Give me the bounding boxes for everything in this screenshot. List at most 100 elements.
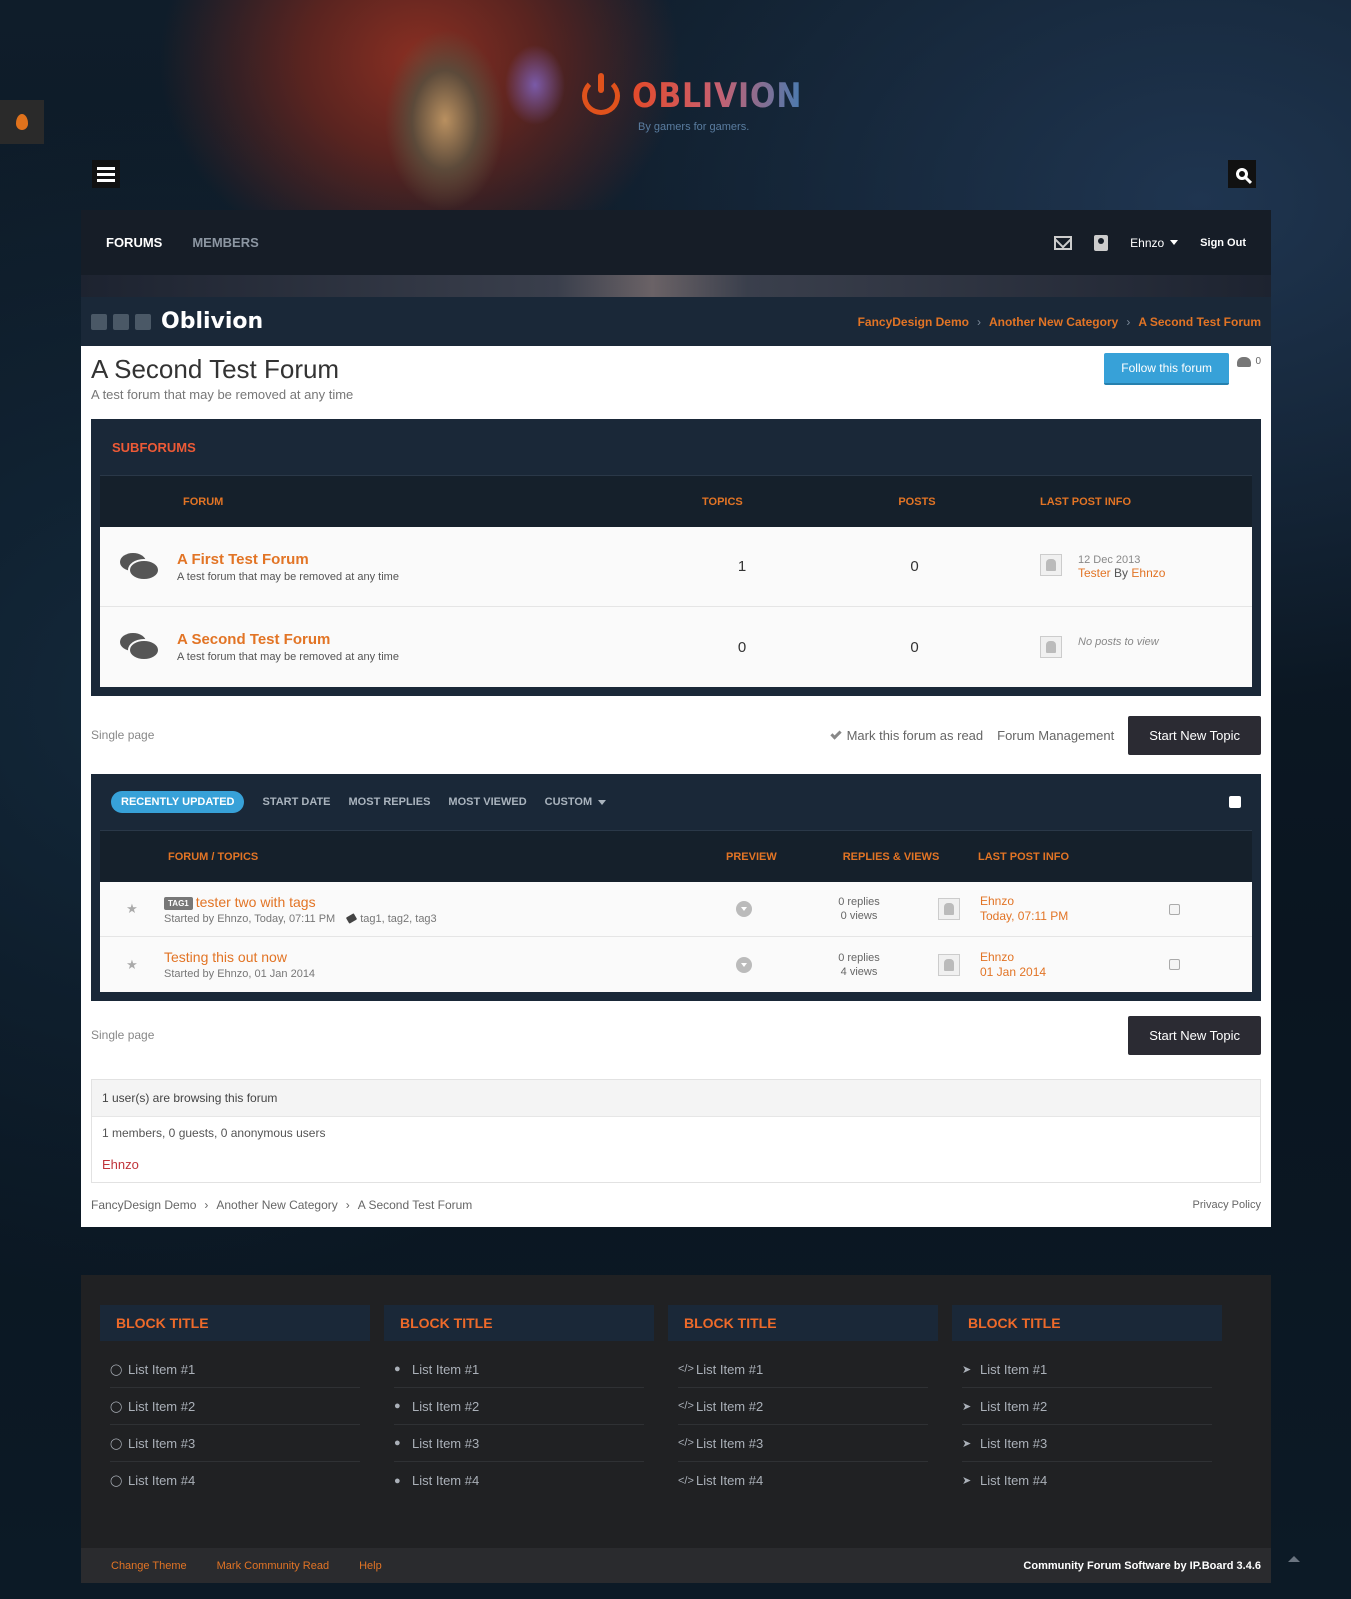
subforum-link[interactable]: A First Test Forum — [177, 551, 309, 568]
page-description: A test forum that may be removed at any … — [91, 387, 354, 402]
breadcrumb-item[interactable]: A Second Test Forum — [358, 1198, 473, 1212]
code-icon: </> — [678, 1400, 694, 1412]
list-item[interactable]: ◯ List Item #2 — [110, 1388, 360, 1425]
avatar[interactable] — [1040, 553, 1062, 576]
board-name: Oblivion — [161, 309, 264, 334]
online-user-link[interactable]: Ehnzo — [102, 1157, 139, 1172]
list-item[interactable]: </> List Item #4 — [678, 1462, 928, 1499]
select-all-checkbox[interactable] — [1229, 796, 1241, 808]
followers-icon — [1237, 356, 1252, 367]
block-title: BLOCK TITLE — [100, 1305, 370, 1341]
col-topics: TOPICS — [702, 495, 743, 508]
list-item[interactable]: ● List Item #4 — [394, 1462, 644, 1499]
nav-members[interactable]: MEMBERS — [192, 235, 258, 250]
topic-link[interactable]: Testing this out now — [164, 949, 287, 965]
filter-start-date[interactable]: START DATE — [262, 796, 330, 808]
preview-icon[interactable] — [736, 901, 752, 917]
topic-link[interactable]: tester two with tags — [196, 894, 316, 910]
topic-checkbox[interactable] — [1169, 903, 1180, 915]
topic-filters: RECENTLY UPDATED START DATE MOST REPLIES… — [91, 774, 1261, 830]
user-menu[interactable]: Ehnzo — [1130, 235, 1179, 250]
sign-out-link[interactable]: Sign Out — [1200, 237, 1246, 249]
hero-artwork-book — [500, 40, 570, 130]
comment-outline-icon: ◯ — [110, 1400, 123, 1413]
list-item[interactable]: ● List Item #2 — [394, 1388, 644, 1425]
filter-custom[interactable]: CUSTOM — [545, 796, 607, 808]
start-new-topic-button[interactable]: Start New Topic — [1128, 715, 1261, 755]
last-author-link[interactable]: Ehnzo — [1131, 566, 1165, 580]
list-item[interactable]: ➤ List Item #2 — [962, 1388, 1212, 1425]
breadcrumb-item[interactable]: FancyDesign Demo — [858, 315, 969, 329]
follower-count[interactable]: 0 — [1237, 356, 1261, 367]
last-poster-link[interactable]: Ehnzo — [980, 894, 1014, 908]
comment-outline-icon: ◯ — [110, 1437, 123, 1450]
topic-checkbox[interactable] — [1169, 959, 1180, 970]
change-theme-link[interactable]: Change Theme — [111, 1560, 187, 1572]
search-icon — [1236, 168, 1248, 180]
subforum-row: A First Test Forum A test forum that may… — [100, 527, 1252, 607]
subforums-title: SUBFORUMS — [112, 439, 196, 455]
page-title: A Second Test Forum — [91, 354, 340, 384]
list-item[interactable]: ➤ List Item #3 — [962, 1425, 1212, 1462]
list-item[interactable]: ➤ List Item #1 — [962, 1351, 1212, 1388]
last-poster-link[interactable]: Ehnzo — [980, 950, 1014, 964]
breadcrumb-item[interactable]: Another New Category — [216, 1198, 337, 1212]
filter-recently-updated[interactable]: RECENTLY UPDATED — [111, 791, 245, 813]
filter-most-viewed[interactable]: MOST VIEWED — [448, 796, 526, 808]
list-item[interactable]: ◯ List Item #1 — [110, 1351, 360, 1388]
avatar[interactable] — [938, 898, 960, 920]
menu-button[interactable] — [92, 160, 120, 188]
comment-solid-icon: ● — [394, 1363, 401, 1375]
tag-icon — [346, 912, 358, 924]
col-last-post: LAST POST INFO — [1040, 495, 1132, 508]
breadcrumb-item[interactable]: Another New Category — [989, 315, 1118, 329]
last-post-date-link[interactable]: 01 Jan 2014 — [980, 965, 1046, 979]
site-logo[interactable]: OBLIVION — [582, 73, 825, 116]
nav-forums[interactable]: FORUMS — [106, 235, 162, 250]
subforums-box: SUBFORUMS FORUM TOPICS POSTS LAST POST I… — [91, 419, 1261, 696]
list-item[interactable]: ◯ List Item #3 — [110, 1425, 360, 1462]
avatar[interactable] — [938, 953, 960, 976]
star-icon[interactable]: ★ — [100, 901, 164, 917]
breadcrumb-item[interactable]: FancyDesign Demo — [91, 1198, 196, 1212]
filter-most-replies[interactable]: MOST REPLIES — [349, 796, 431, 808]
list-item[interactable]: ➤ List Item #4 — [962, 1462, 1212, 1499]
privacy-policy-link[interactable]: Privacy Policy — [1193, 1199, 1261, 1211]
list-item[interactable]: </> List Item #2 — [678, 1388, 928, 1425]
power-logo-icon — [582, 73, 620, 115]
last-topic-link[interactable]: Tester — [1078, 566, 1111, 580]
mark-community-read-link[interactable]: Mark Community Read — [217, 1560, 329, 1572]
last-post-date-link[interactable]: Today, 07:11 PM — [980, 909, 1068, 923]
footer-breadcrumb: FancyDesign Demo › Another New Category › … — [91, 1198, 1261, 1212]
help-link[interactable]: Help — [359, 1560, 382, 1572]
back-to-top-icon[interactable] — [1288, 1556, 1300, 1562]
mark-read-link[interactable]: Mark this forum as read — [829, 728, 983, 743]
topic-tags[interactable]: tag1, tag2, tag3 — [360, 913, 436, 925]
pagination-label: Single page — [91, 1028, 155, 1042]
list-item[interactable]: ● List Item #1 — [394, 1351, 644, 1388]
search-button[interactable] — [1228, 160, 1256, 188]
notifications-icon[interactable] — [1094, 234, 1109, 251]
forum-management-link[interactable]: Forum Management — [997, 728, 1114, 743]
follow-forum-button[interactable]: Follow this forum — [1104, 353, 1229, 385]
star-icon[interactable]: ★ — [100, 957, 164, 973]
start-new-topic-button[interactable]: Start New Topic — [1128, 1015, 1261, 1055]
posts-count: 0 — [910, 558, 919, 575]
subforum-link[interactable]: A Second Test Forum — [177, 631, 330, 648]
list-item[interactable]: ● List Item #3 — [394, 1425, 644, 1462]
preview-icon[interactable] — [736, 956, 752, 973]
user-name: Ehnzo — [1130, 235, 1165, 250]
facebook-icon[interactable] — [91, 313, 107, 330]
list-item[interactable]: </> List Item #3 — [678, 1425, 928, 1462]
twitter-icon[interactable] — [113, 313, 129, 330]
col-preview: PREVIEW — [726, 850, 777, 863]
footer-block: BLOCK TITLE ➤ List Item #1 ➤ List Item #2 … — [952, 1305, 1222, 1548]
youtube-icon[interactable] — [135, 313, 151, 330]
footer-block: BLOCK TITLE ◯ List Item #1 ◯ List Item #2 … — [100, 1305, 370, 1548]
comment-solid-icon: ● — [394, 1474, 401, 1487]
prefix-tag[interactable]: TAG1 — [164, 896, 193, 910]
messages-icon[interactable] — [1054, 235, 1073, 250]
breadcrumb-item[interactable]: A Second Test Forum — [1138, 315, 1261, 329]
list-item[interactable]: </> List Item #1 — [678, 1351, 928, 1388]
list-item[interactable]: ◯ List Item #4 — [110, 1462, 360, 1499]
